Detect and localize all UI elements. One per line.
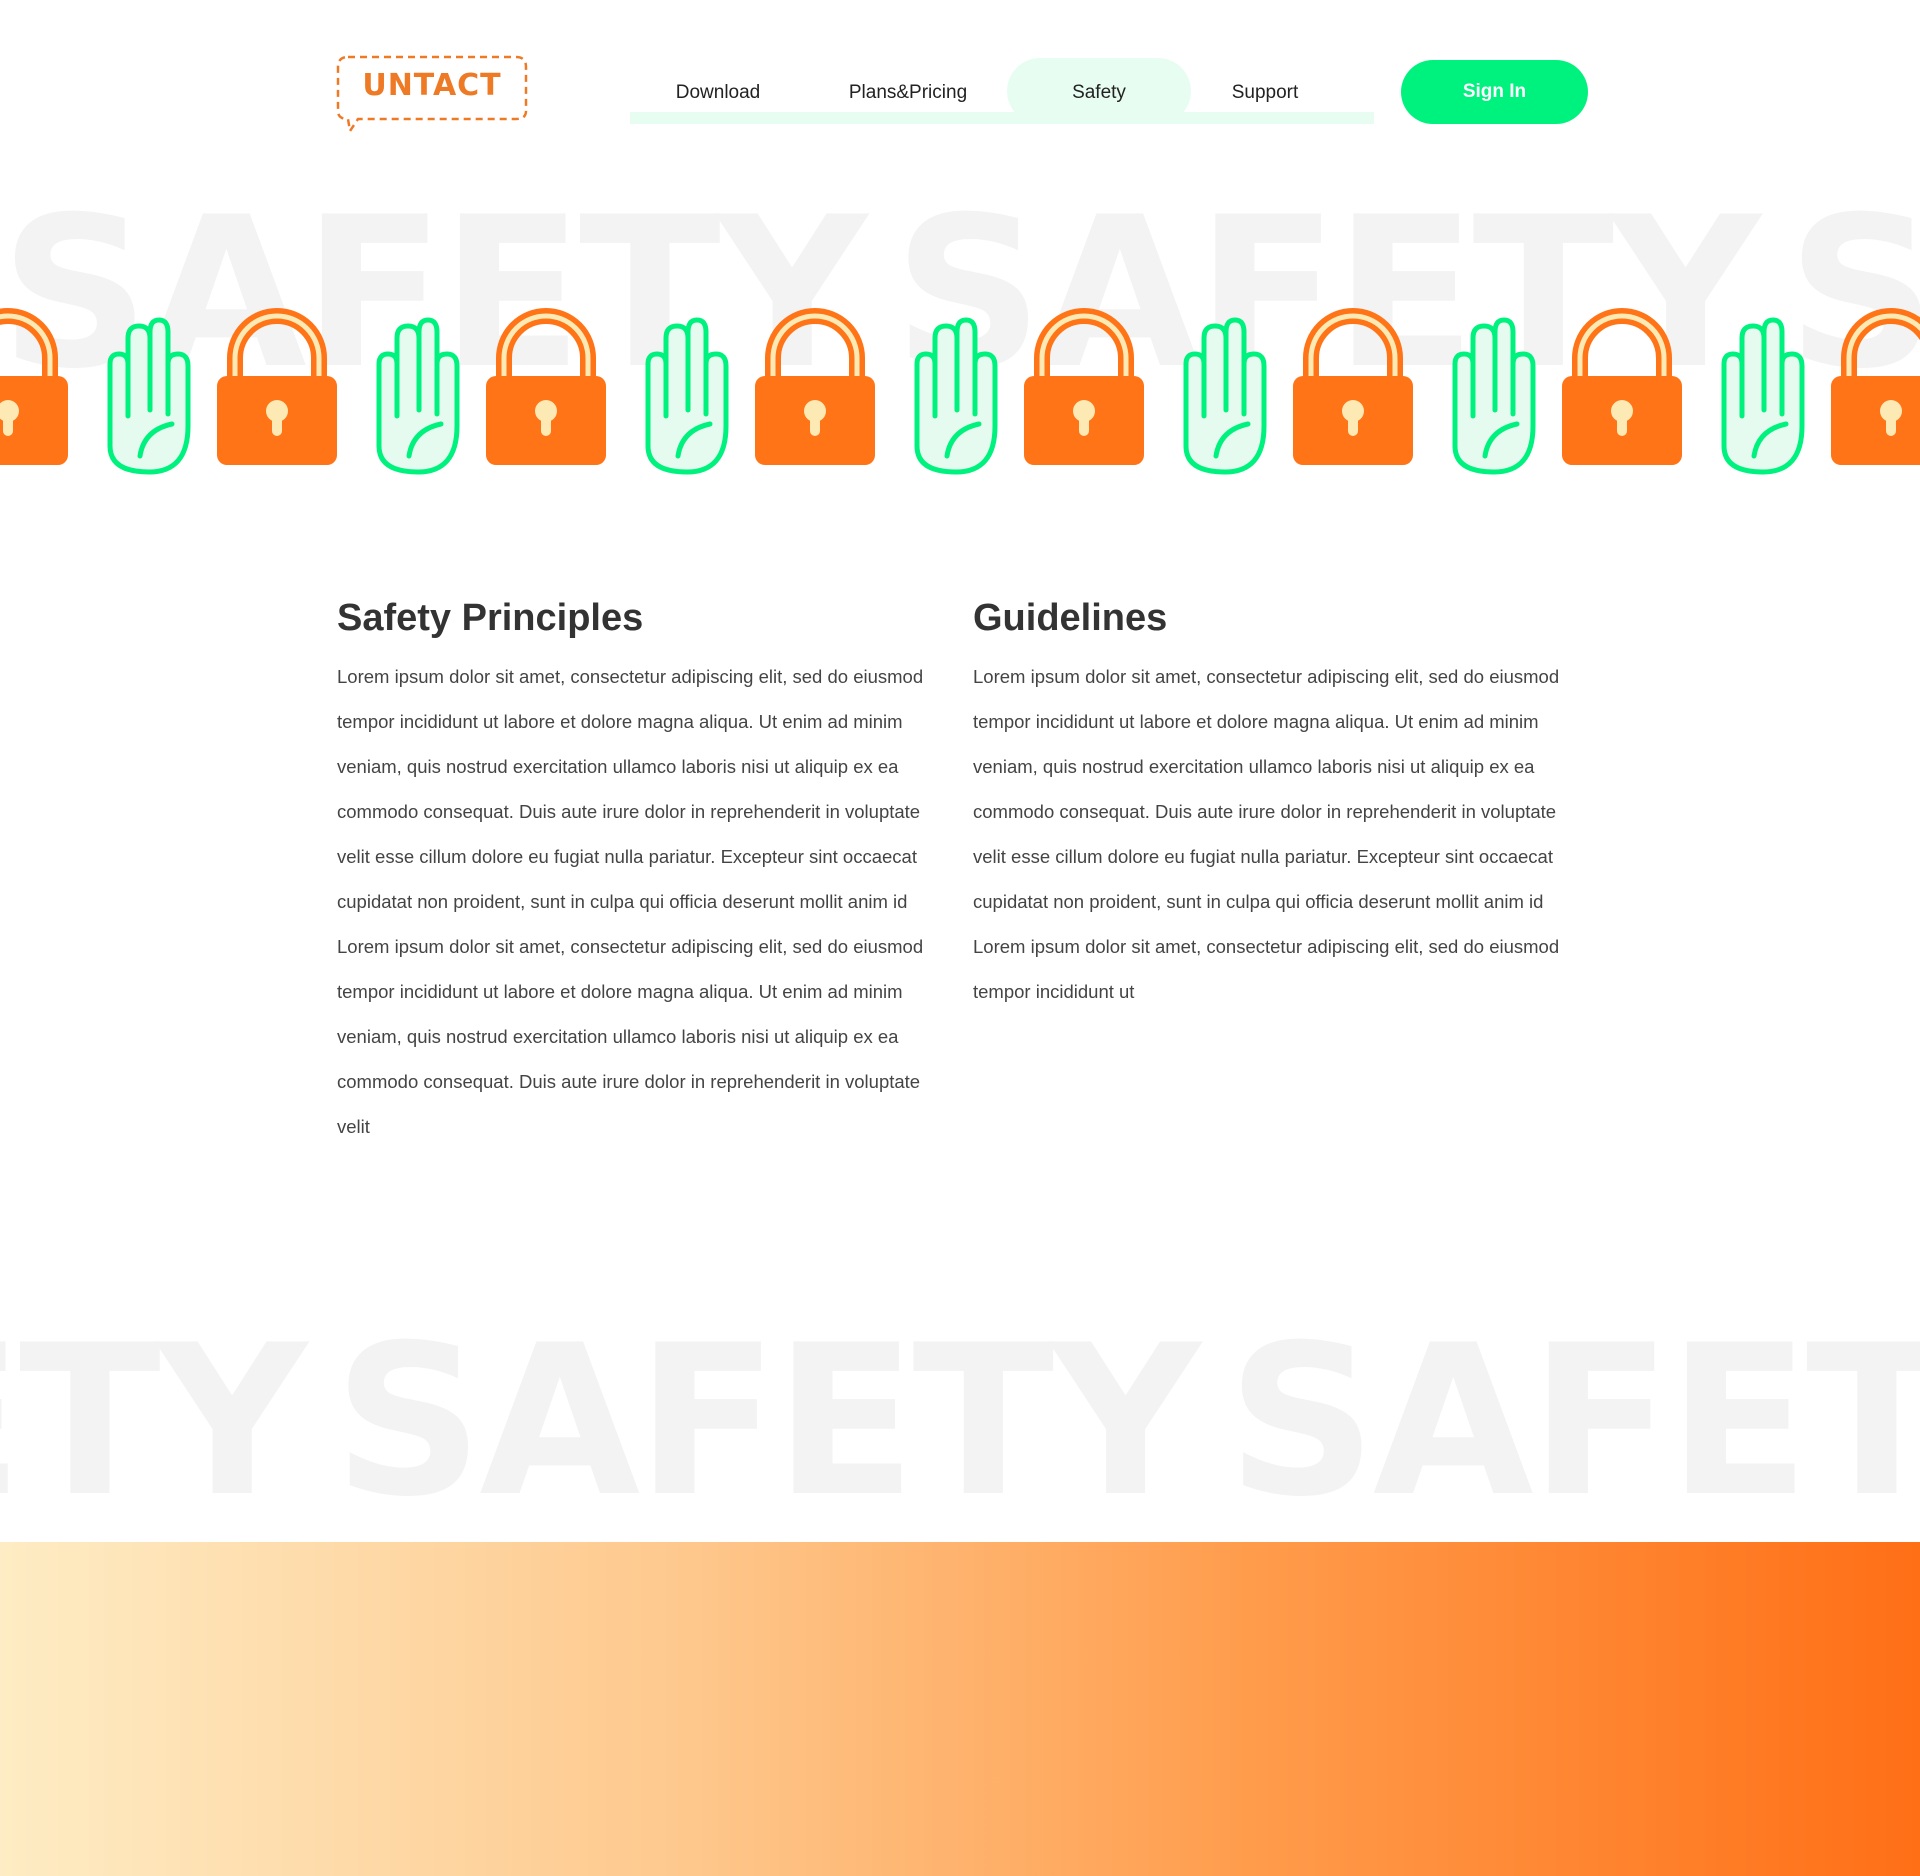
safety-principles-title: Safety Principles <box>337 597 644 639</box>
hand-icon <box>96 306 196 480</box>
watermark-word: SAFETY <box>1226 1318 1920 1528</box>
safety-watermark-bottom: SAFETYSAFETYSAFETY <box>0 1318 1920 1528</box>
lock-icon <box>1293 306 1413 480</box>
lock-icon <box>1024 306 1144 480</box>
logo-text: UNTACT <box>362 68 502 103</box>
lock-icon <box>1831 306 1920 480</box>
nav-item-download[interactable]: Download <box>658 80 778 106</box>
watermark-word: SAFETY <box>333 1318 1200 1528</box>
hand-icon <box>634 306 734 480</box>
lock-icon <box>755 306 875 480</box>
hand-icon <box>1172 306 1272 480</box>
watermark-word: SAFETY <box>0 1318 307 1528</box>
lock-icon <box>486 306 606 480</box>
lock-icon <box>1562 306 1682 480</box>
hand-icon <box>1710 306 1810 480</box>
hand-icon <box>365 306 465 480</box>
lock-icon <box>217 306 337 480</box>
safety-principles-section: Safety Principles Lorem ipsum dolor sit … <box>337 590 947 1149</box>
lock-icon <box>0 306 68 480</box>
footer-gradient-band <box>0 1542 1920 1876</box>
hand-icon <box>903 306 1003 480</box>
nav-item-safety[interactable]: Safety <box>1039 80 1159 106</box>
site-header: UNTACT Download Plans&Pricing Safety Sup… <box>0 0 1920 150</box>
untact-logo[interactable]: UNTACT <box>336 55 528 133</box>
main-nav: Download Plans&Pricing Safety Support <box>630 58 1374 124</box>
guidelines-section: Guidelines Lorem ipsum dolor sit amet, c… <box>973 590 1583 1014</box>
nav-item-support[interactable]: Support <box>1205 80 1325 106</box>
hand-icon <box>1441 306 1541 480</box>
lock-hand-icon-strip <box>0 306 1920 480</box>
nav-track <box>630 112 1374 124</box>
guidelines-body: Lorem ipsum dolor sit amet, consectetur … <box>973 666 1560 1002</box>
nav-item-plans-pricing[interactable]: Plans&Pricing <box>838 80 978 106</box>
sign-in-button[interactable]: Sign In <box>1401 60 1588 124</box>
safety-principles-body: Lorem ipsum dolor sit amet, consectetur … <box>337 666 924 1137</box>
guidelines-title: Guidelines <box>973 597 1168 639</box>
